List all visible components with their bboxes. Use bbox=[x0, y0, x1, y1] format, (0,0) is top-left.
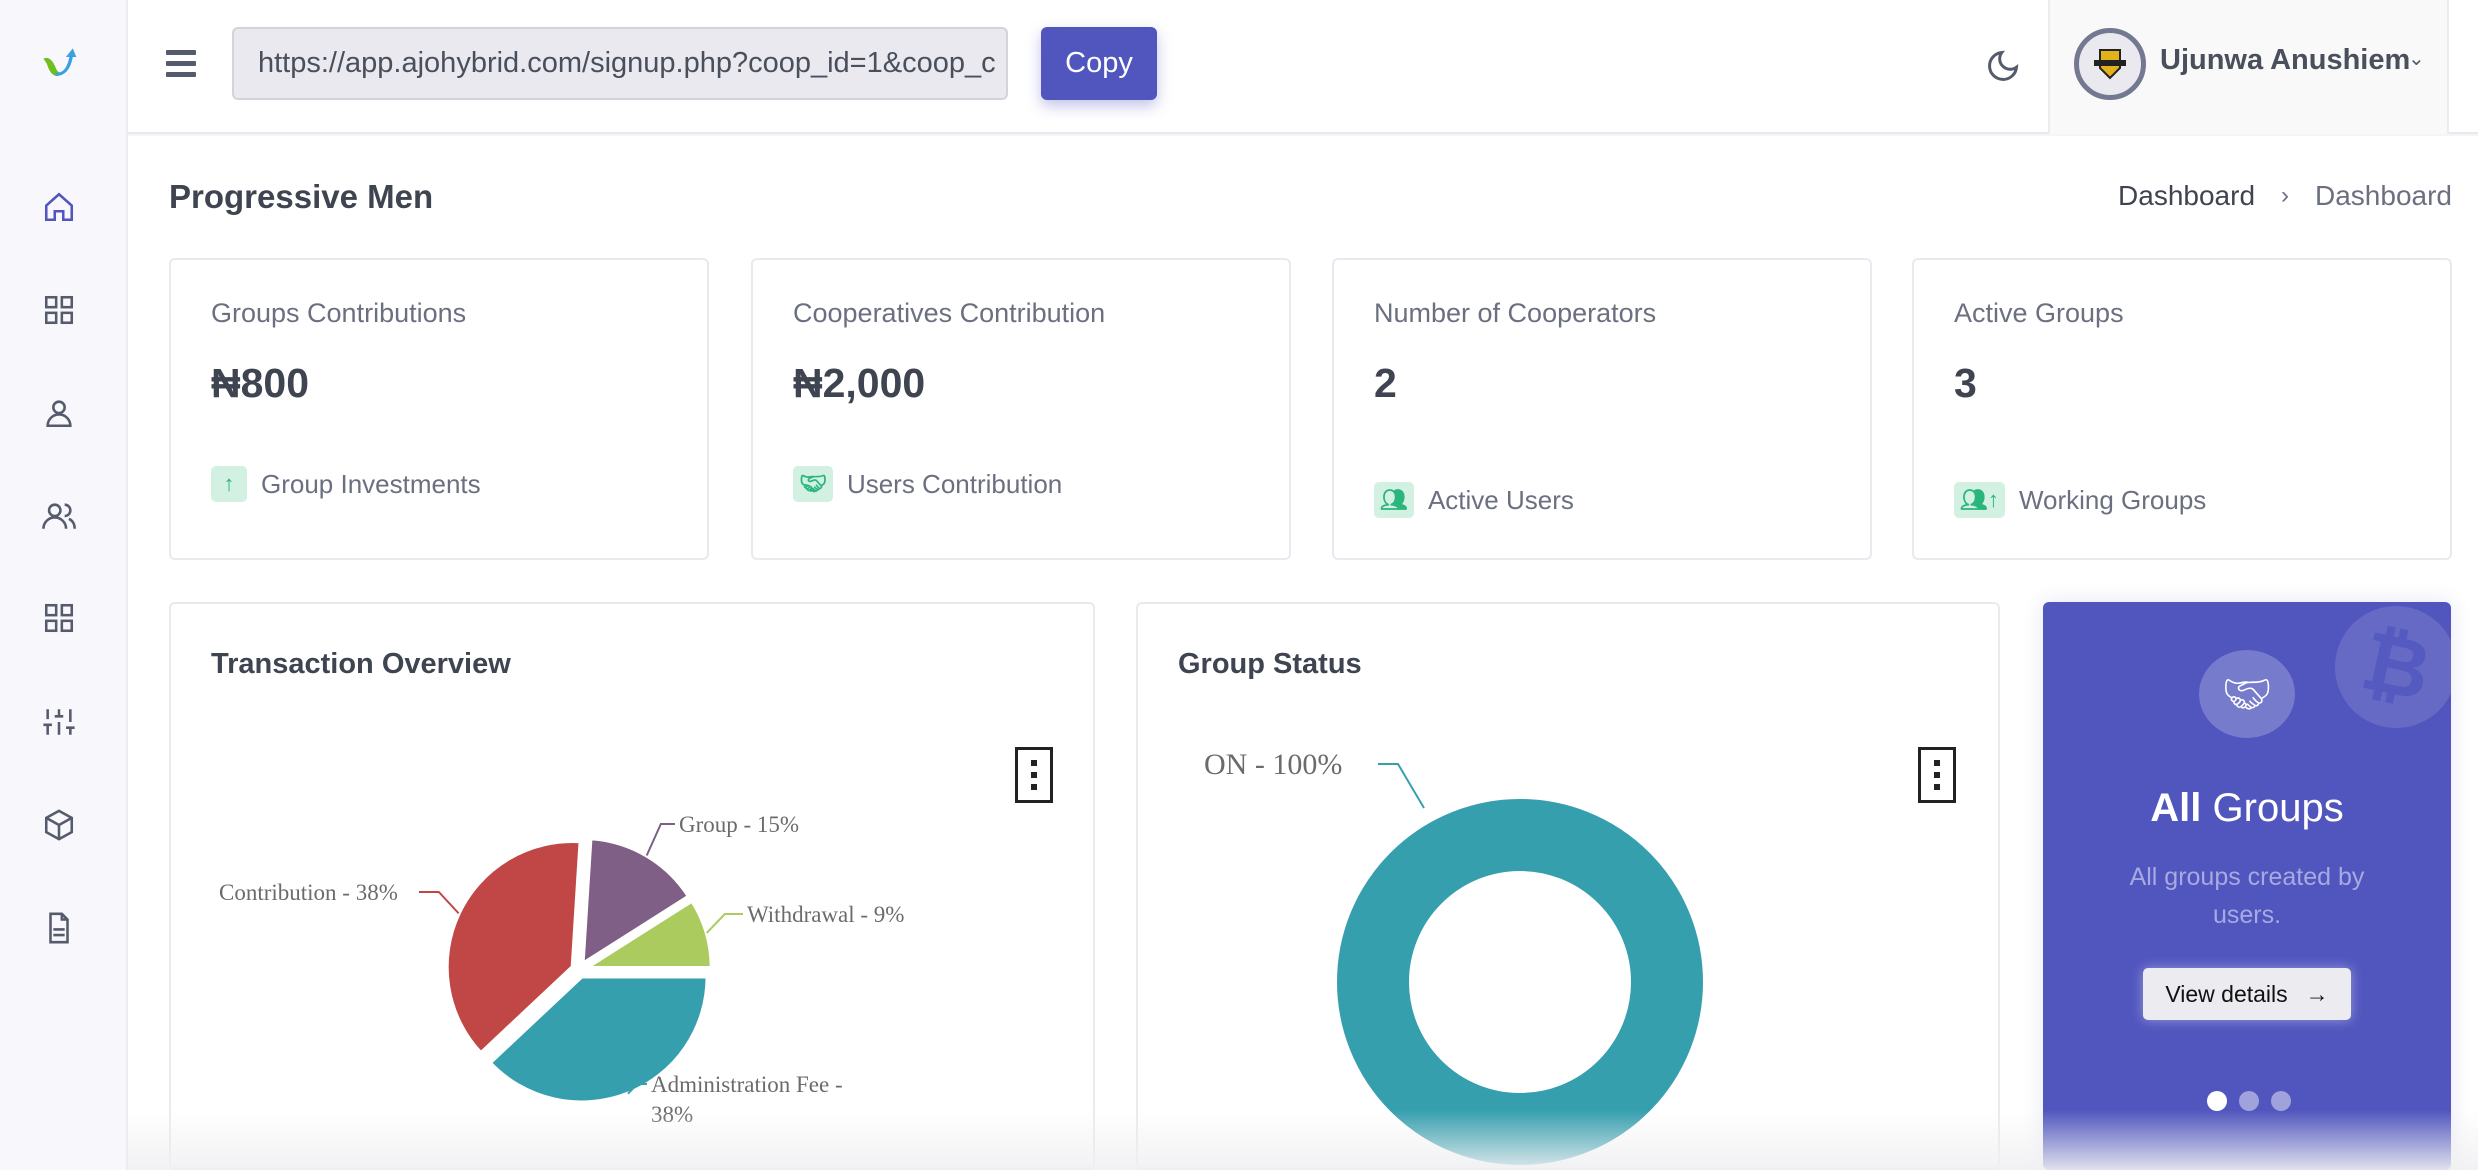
stat-footer: Active Users bbox=[1427, 484, 1574, 515]
pie-leader-line bbox=[705, 913, 743, 934]
sidebar-item-users-icon[interactable] bbox=[40, 497, 78, 535]
app-logo[interactable] bbox=[40, 44, 78, 82]
pie-label: Withdrawal - 9% bbox=[747, 902, 904, 927]
view-details-button[interactable]: View details → bbox=[2143, 968, 2351, 1020]
users-arrow-up-icon: 👥︎↑ bbox=[1954, 482, 2005, 518]
stat-card-groups-contributions: Groups Contributions ₦800 ↑ Group Investm… bbox=[169, 258, 709, 560]
pie-label: Contribution - 38% bbox=[219, 880, 398, 905]
pie-label: Administration Fee - bbox=[651, 1072, 843, 1097]
carousel-dot[interactable] bbox=[2271, 1091, 2291, 1111]
pie-label: 38% bbox=[651, 1102, 693, 1127]
stat-value: ₦2,000 bbox=[793, 360, 926, 406]
sidebar bbox=[0, 0, 128, 1170]
topbar: https://app.ajohybrid.com/signup.php?coo… bbox=[128, 0, 2478, 134]
sidebar-item-file-text-icon[interactable] bbox=[40, 909, 78, 947]
pie-leader-line bbox=[645, 823, 675, 856]
signup-link-input[interactable]: https://app.ajohybrid.com/signup.php?coo… bbox=[232, 27, 1008, 100]
donut-slice bbox=[1337, 799, 1703, 1165]
sidebar-item-sliders-icon[interactable] bbox=[40, 703, 78, 741]
carousel-dot[interactable] bbox=[2207, 1091, 2227, 1111]
page-title: Progressive Men bbox=[169, 178, 434, 215]
stat-value: 2 bbox=[1374, 360, 1397, 406]
promo-title: All Groups bbox=[2150, 786, 2344, 830]
stat-card-cooperatives-contribution: Cooperatives Contribution ₦2,000 🤝︎ Users… bbox=[751, 258, 1291, 560]
stat-value: ₦800 bbox=[211, 360, 310, 406]
menu-toggle-icon[interactable] bbox=[166, 50, 196, 77]
sidebar-item-home-icon[interactable] bbox=[40, 188, 78, 226]
pie-leader-line bbox=[419, 891, 460, 915]
chevron-down-icon: ⌄ bbox=[2408, 48, 2425, 70]
transaction-overview-card: Transaction Overview Administration Fee … bbox=[169, 602, 1095, 1170]
breadcrumb-current: Dashboard bbox=[2315, 180, 2452, 211]
users-icon: 👥︎ bbox=[1374, 482, 1414, 518]
promo-description: All groups created by users. bbox=[2129, 863, 2365, 929]
handshake-icon: 🤝︎ bbox=[2199, 650, 2295, 738]
sidebar-item-grid-icon[interactable] bbox=[40, 291, 78, 329]
donut-leader-line bbox=[1378, 763, 1425, 809]
group-status-card: Group Status ON - 100% bbox=[1136, 602, 2000, 1170]
stat-title: Cooperatives Contribution bbox=[793, 298, 1106, 328]
handshake-icon: 🤝︎ bbox=[793, 466, 833, 502]
group-status-donut-chart: ON - 100% bbox=[1204, 748, 1703, 1165]
stat-title: Number of Cooperators bbox=[1374, 298, 1657, 328]
carousel-indicators bbox=[2207, 1091, 2291, 1111]
avatar bbox=[2074, 28, 2146, 100]
dark-mode-moon-icon[interactable] bbox=[1985, 47, 2021, 90]
stat-title: Groups Contributions bbox=[211, 298, 467, 328]
stat-title: Active Groups bbox=[1954, 298, 2124, 328]
stat-footer: Users Contribution bbox=[846, 468, 1063, 499]
stat-card-number-of-cooperators: Number of Cooperators 2 👥︎ Active Users bbox=[1332, 258, 1872, 560]
breadcrumb-item[interactable]: Dashboard bbox=[2118, 180, 2255, 212]
chevron-right-icon: › bbox=[2281, 182, 2290, 209]
carousel-dot[interactable] bbox=[2239, 1091, 2259, 1111]
donut-label: ON - 100% bbox=[1204, 748, 1342, 781]
stat-footer: Group Investments bbox=[261, 468, 481, 499]
transaction-pie-chart: Administration Fee - 38% Contribution - 38… bbox=[219, 812, 904, 1127]
user-menu[interactable]: Ujunwa Anushiem ⌄ bbox=[2048, 0, 2449, 134]
arrow-up-icon: ↑ bbox=[211, 466, 247, 502]
breadcrumb: Dashboard › Dashboard bbox=[2118, 180, 2452, 212]
arrow-right-icon: → bbox=[2305, 980, 2329, 1007]
sidebar-item-box-icon[interactable] bbox=[40, 806, 78, 844]
user-name: Ujunwa Anushiem bbox=[2160, 44, 2411, 76]
sidebar-item-user-icon[interactable] bbox=[40, 394, 78, 432]
stat-footer: Working Groups bbox=[2018, 484, 2207, 515]
stat-card-active-groups: Active Groups 3 👥︎↑ Working Groups bbox=[1912, 258, 2452, 560]
stat-value: 3 bbox=[1954, 360, 1977, 406]
main-content: Progressive Men Dashboard › Dashboard Gr… bbox=[128, 136, 2478, 1170]
bitcoin-icon: ₿ bbox=[2323, 602, 2451, 740]
copy-button[interactable]: Copy bbox=[1041, 27, 1157, 100]
pie-label: Group - 15% bbox=[679, 812, 799, 837]
sidebar-item-grid-icon[interactable] bbox=[40, 599, 78, 637]
all-groups-promo-card: ₿ 🤝︎ All Groups All groups created by us… bbox=[2043, 602, 2451, 1170]
